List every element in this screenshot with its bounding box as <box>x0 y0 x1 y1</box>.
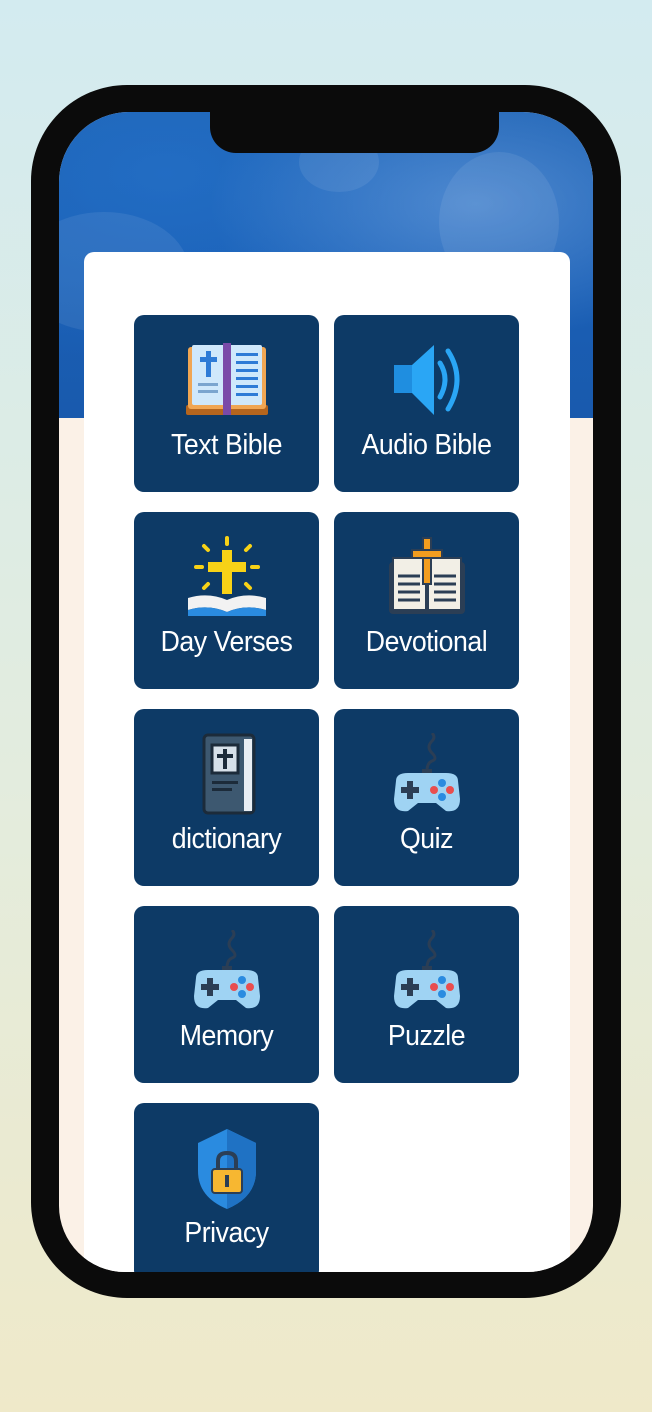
tile-label: Audio Bible <box>361 429 492 461</box>
tile-label: Privacy <box>184 1217 269 1249</box>
day-verses-button[interactable]: Day Verses <box>134 512 319 689</box>
tile-label: Memory <box>179 1020 274 1052</box>
gamepad-icon <box>393 733 460 812</box>
privacy-button[interactable]: Privacy <box>134 1103 319 1272</box>
tile-label: Day Verses <box>160 626 293 658</box>
text-bible-button[interactable]: Text Bible <box>134 315 319 492</box>
open-book-cross-icon <box>388 537 465 614</box>
tile-label: Devotional <box>365 626 488 658</box>
menu-card: Text Bible Audio Bible Day Verses Devoti… <box>84 252 570 1272</box>
tile-label: Text Bible <box>170 429 283 461</box>
bible-book-icon <box>185 343 268 415</box>
audio-bible-button[interactable]: Audio Bible <box>334 315 519 492</box>
gamepad-icon <box>393 930 460 1009</box>
dictionary-button[interactable]: dictionary <box>134 709 319 886</box>
puzzle-button[interactable]: Puzzle <box>334 906 519 1083</box>
tile-label: Quiz <box>399 823 454 855</box>
cross-book-icon <box>202 733 255 815</box>
speaker-icon <box>393 345 459 415</box>
gamepad-icon <box>193 930 260 1009</box>
shield-lock-icon <box>197 1129 256 1209</box>
phone-screen: Text Bible Audio Bible Day Verses Devoti… <box>59 112 593 1272</box>
devotional-button[interactable]: Devotional <box>334 512 519 689</box>
glowing-cross-book-icon <box>187 536 266 616</box>
quiz-button[interactable]: Quiz <box>334 709 519 886</box>
tile-label: Puzzle <box>387 1020 466 1052</box>
camera-notch <box>210 112 499 153</box>
memory-button[interactable]: Memory <box>134 906 319 1083</box>
tile-label: dictionary <box>171 823 282 855</box>
phone-frame: Text Bible Audio Bible Day Verses Devoti… <box>31 85 621 1298</box>
